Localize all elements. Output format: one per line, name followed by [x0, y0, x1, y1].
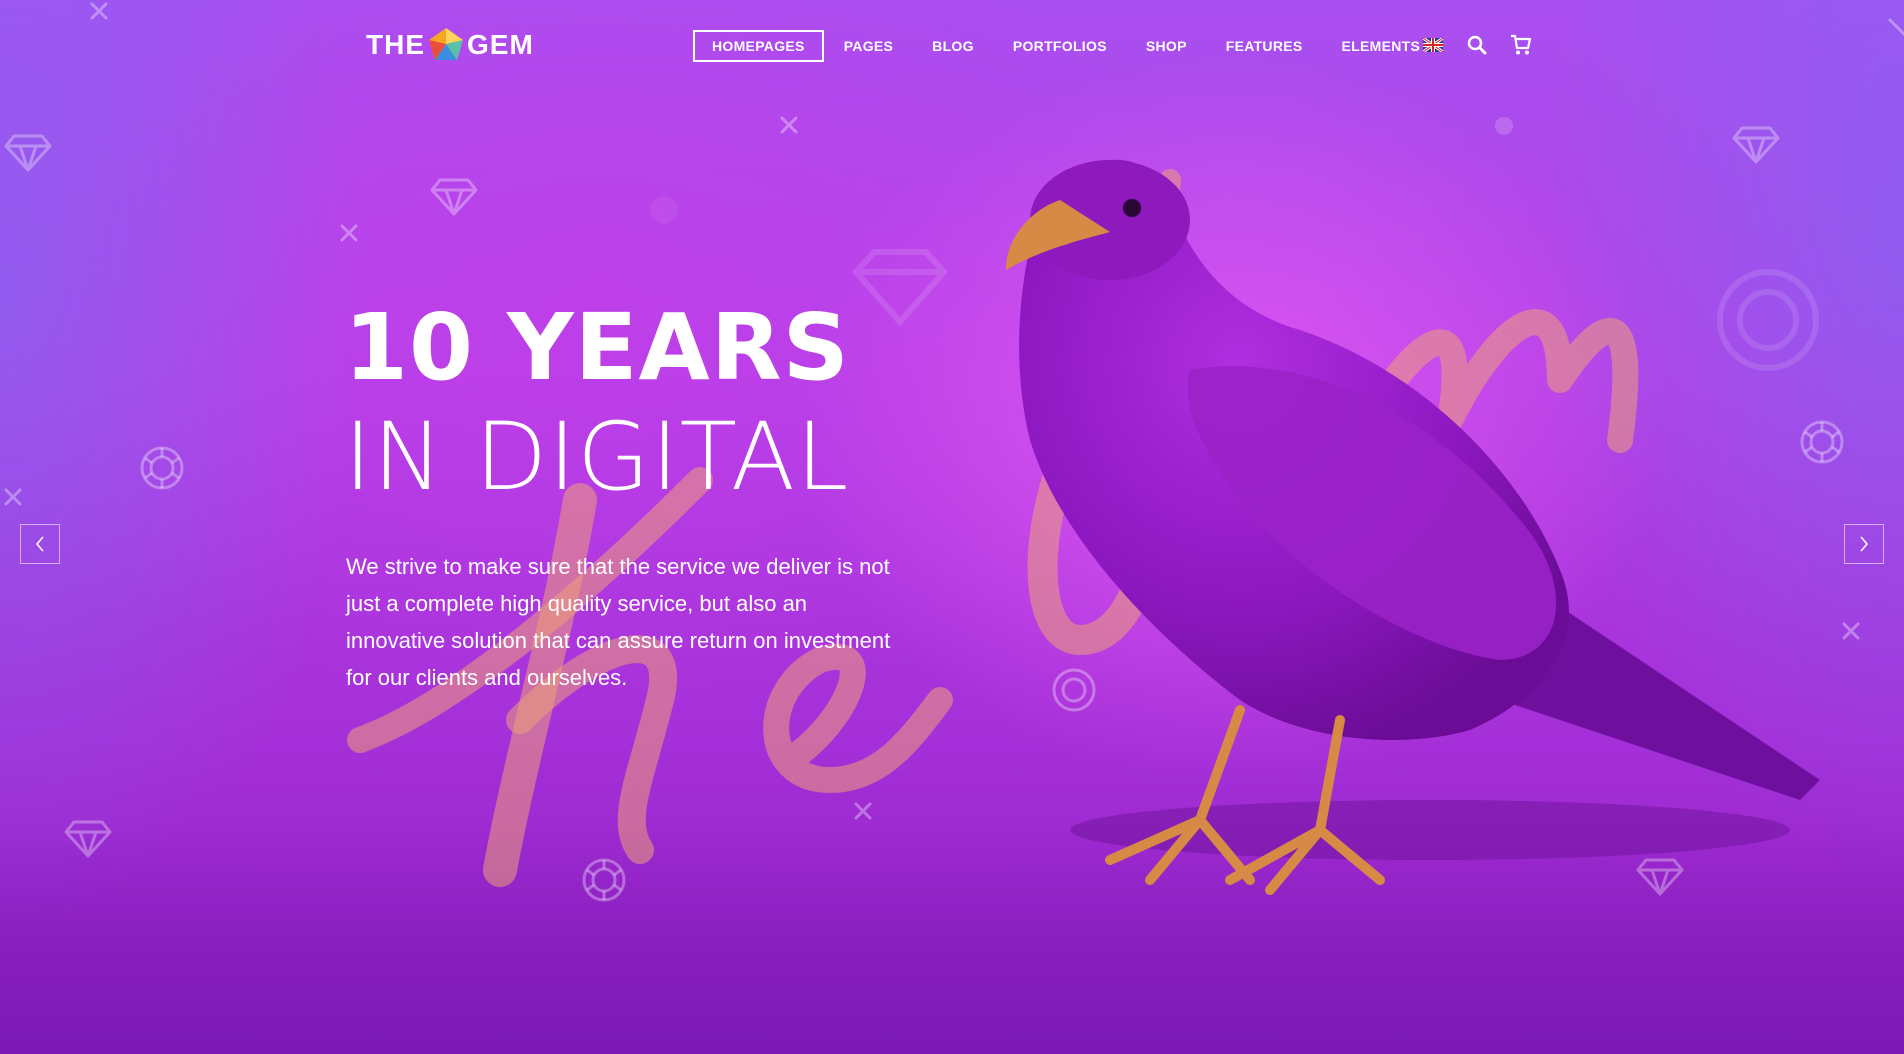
nav-item-portfolios[interactable]: PORTFOLIOS: [994, 30, 1126, 62]
nav-item-blog[interactable]: BLOG: [913, 30, 993, 62]
hero-subtitle: IN DIGITAL: [344, 403, 850, 512]
slider-next-button[interactable]: [1844, 524, 1884, 564]
hero-description: We strive to make sure that the service …: [346, 554, 891, 690]
nav-item-homepages[interactable]: HOMEPAGES: [693, 30, 824, 62]
cart-icon[interactable]: [1508, 32, 1534, 58]
thegem-logo[interactable]: THE GEM: [366, 28, 534, 62]
site-header: THE GEM HOMEPAGES PAGES BLOG PORTFOLIOS …: [0, 0, 1904, 92]
nav-item-features[interactable]: FEATURES: [1207, 30, 1322, 62]
nav-item-shop[interactable]: SHOP: [1127, 30, 1206, 62]
raven-illustration: [1005, 159, 1820, 895]
logo-text-left: THE: [366, 29, 425, 60]
uk-flag-icon[interactable]: [1420, 32, 1446, 58]
hero-title: 10 YEARS: [344, 294, 850, 401]
chevron-right-icon: [1860, 536, 1868, 552]
nav-item-pages[interactable]: PAGES: [825, 30, 912, 62]
main-navigation: HOMEPAGES PAGES BLOG PORTFOLIOS SHOP FEA…: [693, 30, 1440, 62]
slider-prev-button[interactable]: [20, 524, 60, 564]
gem-logo-icon: [429, 28, 463, 60]
header-icons: [1420, 32, 1534, 58]
chevron-left-icon: [36, 536, 44, 552]
logo-text-right: GEM: [467, 29, 534, 60]
search-icon[interactable]: [1464, 32, 1490, 58]
